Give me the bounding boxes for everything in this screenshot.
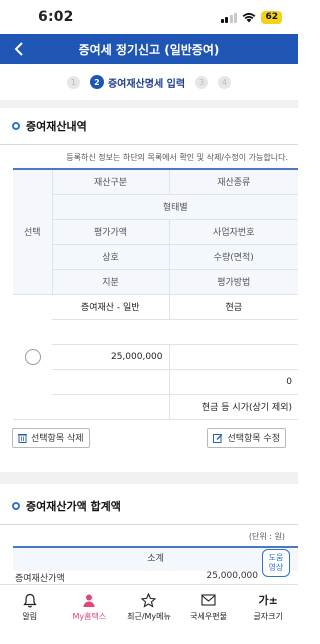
gift-asset-table: 선택 재산구분 재산종류 형태별 평가가액 사업자번호 상호 수량(면적) 지분… — [13, 168, 298, 420]
notice-text: 등록하신 정보는 하단의 목록에서 확인 및 삭제/수정이 가능합니다. — [66, 153, 288, 162]
status-time: 6:02 — [38, 9, 74, 25]
circle-bullet-icon — [12, 122, 20, 130]
step-2-active: 2 증여재산명세 입력 — [89, 75, 186, 90]
edit-selected-button[interactable]: 선택항목 수정 — [207, 427, 286, 448]
header-business-number: 사업자번호 — [169, 219, 298, 245]
header-quantity: 수량(면적) — [169, 244, 298, 270]
header-asset-category: 재산구분 — [52, 168, 170, 195]
table-row — [13, 319, 298, 345]
battery-indicator: 62 — [261, 10, 282, 24]
step-2-label: 증여재산명세 입력 — [107, 78, 186, 90]
nav-recent-menu[interactable]: 최근/My메뉴 — [119, 585, 179, 644]
bottom-nav: 알림 My홈택스 최근/My메뉴 국세우편물 가± 글자크기 — [0, 584, 298, 644]
nav-font-size[interactable]: 가± 글자크기 — [238, 585, 298, 644]
cell-form — [52, 319, 298, 345]
table-row: 0 — [13, 369, 298, 395]
page-title: 증여세 정기신고 (일반증여) — [78, 42, 220, 57]
nav-notifications[interactable]: 알림 — [0, 585, 60, 644]
help-video-button[interactable]: 도움 영상 — [262, 549, 290, 577]
cell-appraised-value: 25,000,000 — [52, 344, 170, 370]
status-bar: 6:02 62 — [0, 0, 298, 34]
section-gap — [0, 100, 298, 108]
back-button[interactable] — [8, 34, 30, 64]
section-title-text: 증여재산가액 합계액 — [26, 499, 121, 513]
envelope-icon — [201, 592, 216, 608]
cell-share — [52, 394, 170, 420]
header-valuation-method: 평가방법 — [169, 269, 298, 295]
section-gap — [0, 471, 298, 484]
row-select-cell — [13, 293, 52, 420]
nav-notifications-label: 알림 — [22, 612, 38, 621]
wifi-icon — [243, 12, 256, 22]
header-select: 선택 — [13, 168, 53, 295]
table-header-row: 상호 수량(면적) — [13, 244, 298, 270]
table-header-row: 선택 재산구분 재산종류 — [13, 168, 298, 295]
step-4: 4 — [218, 75, 232, 89]
section-title-gift-assets: 증여재산내역 — [0, 108, 298, 140]
cell-quantity: 0 — [169, 369, 298, 395]
table-row: 25,000,000 — [13, 344, 298, 370]
edit-icon — [213, 433, 223, 443]
help-video-line1: 도움 — [268, 553, 284, 562]
table-header-row: 지분 평가방법 — [13, 269, 298, 295]
subtotal-row-label: 증여재산가액 — [15, 573, 65, 583]
person-icon — [82, 592, 96, 608]
cell-valuation-method: 현금 등 시가(상기 제외) — [169, 394, 298, 420]
delete-selected-button[interactable]: 선택항목 삭제 — [12, 427, 90, 448]
nav-tax-mail[interactable]: 국세우편물 — [179, 585, 239, 644]
app-header: 증여세 정기신고 (일반증여) — [0, 34, 298, 64]
help-video-line2: 영상 — [268, 563, 284, 572]
trash-icon — [18, 433, 27, 443]
subtotal-header: 소계 — [13, 545, 298, 571]
table-header-row: 평가가액 사업자번호 — [13, 219, 298, 245]
circle-bullet-icon — [12, 501, 20, 510]
chevron-left-icon — [14, 42, 23, 56]
unit-label: (단위 : 원) — [248, 531, 285, 541]
star-icon — [141, 592, 157, 608]
cell-asset-type: 현금 — [169, 293, 298, 320]
cell-trade-name — [52, 369, 170, 395]
header-share: 지분 — [52, 269, 170, 295]
table-row: 현금 등 시가(상기 제외) — [13, 394, 298, 420]
nav-my-hometax[interactable]: My홈택스 — [60, 585, 120, 644]
bell-icon — [23, 592, 37, 608]
nav-my-hometax-label: My홈택스 — [72, 612, 107, 621]
cell-business-number — [169, 344, 298, 370]
nav-font-size-label: 글자크기 — [253, 612, 283, 621]
header-asset-type: 재산종류 — [169, 168, 298, 195]
step-2-number: 2 — [89, 75, 104, 89]
step-1: 1 — [66, 75, 80, 89]
nav-tax-mail-label: 국세우편물 — [190, 612, 227, 621]
step-3: 3 — [195, 75, 209, 89]
header-trade-name: 상호 — [52, 244, 170, 270]
cell-asset-category: 증여재산 - 일반 — [52, 293, 170, 320]
cellular-signal-icon — [220, 12, 238, 23]
font-size-icon: 가± — [258, 594, 278, 607]
header-appraised-value: 평가가액 — [52, 219, 170, 245]
delete-selected-label: 선택항목 삭제 — [31, 434, 84, 444]
edit-selected-label: 선택항목 수정 — [227, 434, 280, 444]
header-form: 형태별 — [52, 194, 298, 220]
table-actions: 선택항목 삭제 선택항목 수정 — [0, 420, 298, 448]
nav-recent-menu-label: 최근/My메뉴 — [127, 612, 171, 621]
subtotal-row: 증여재산가액 25,000,000 — [13, 571, 298, 583]
section-title-text: 증여재산내역 — [26, 120, 87, 133]
table-header-row: 형태별 — [13, 194, 298, 220]
step-indicator: 1 2 증여재산명세 입력 3 4 — [0, 64, 298, 100]
table-row: 증여재산 - 일반 현금 — [13, 293, 298, 420]
section-title-total: 증여재산가액 합계액 — [0, 484, 298, 520]
status-icons: 62 — [220, 10, 282, 24]
row-select-radio[interactable] — [24, 348, 41, 365]
